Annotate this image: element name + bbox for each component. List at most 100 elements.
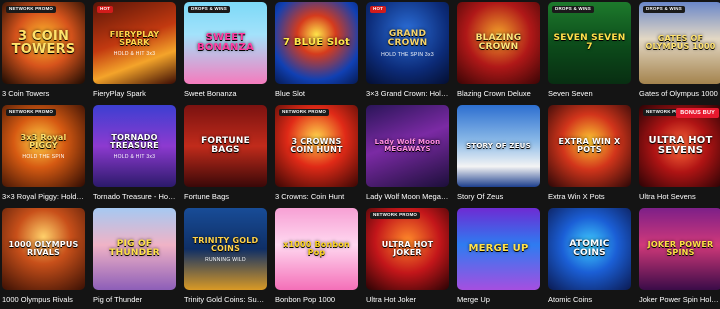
game-title[interactable]: Atomic Coins [548, 295, 631, 304]
game-logo-art: GATES OF OLYMPUS 1000 [645, 34, 716, 51]
game-title[interactable]: Blue Slot [275, 89, 358, 98]
game-card[interactable]: BLAZING CROWN Blazing Crown Deluxe [457, 0, 540, 103]
game-title[interactable]: Joker Power Spin Hold an… [639, 295, 720, 304]
game-thumbnail[interactable]: TRINITY GOLD COINS RUNNING WILD [184, 208, 267, 290]
game-logo-art: MERGE UP [468, 243, 529, 254]
game-thumbnail[interactable]: ATOMIC COINS [548, 208, 631, 290]
game-subtitle-art: HOLD THE SPIN 3x3 [381, 52, 434, 58]
game-title[interactable]: Trinity Gold Coins: Summ… [184, 295, 267, 304]
game-logo-art: PIG OF THUNDER [109, 239, 160, 258]
game-logo-art: TRINITY GOLD COINS [192, 236, 259, 253]
game-title[interactable]: Pig of Thunder [93, 295, 176, 304]
game-thumbnail[interactable]: 3 COIN TOWERS NETWORK PROMO [2, 2, 85, 84]
game-thumbnail[interactable]: x1000 Bonbon Pop [275, 208, 358, 290]
game-card[interactable]: GRAND CROWN HOLD THE SPIN 3x3 HOT 3×3 Grand… [366, 0, 449, 103]
game-card[interactable]: 3 CROWNS COIN HUNT NETWORK PROMO 3 Crowns:… [275, 103, 358, 206]
game-title[interactable]: Ultra Hot Joker [366, 295, 449, 304]
game-card[interactable]: JOKER POWER SPINS Joker Power Spin Hold a… [639, 206, 720, 309]
game-logo-art: STORY OF ZEUS [466, 141, 531, 150]
game-logo-art: TORNADO TREASURE [110, 133, 159, 150]
game-thumbnail[interactable]: STORY OF ZEUS [457, 105, 540, 187]
promo-badge: DROPS & WINS [188, 6, 230, 13]
game-title[interactable]: Extra Win X Pots [548, 192, 631, 201]
game-card[interactable]: ATOMIC COINS Atomic Coins [548, 206, 631, 309]
game-title[interactable]: Merge Up [457, 295, 540, 304]
game-thumbnail[interactable]: 3 CROWNS COIN HUNT NETWORK PROMO [275, 105, 358, 187]
game-card[interactable]: 1000 OLYMPUS RIVALS 1000 Olympus Rivals [2, 206, 85, 309]
game-title[interactable]: Fortune Bags [184, 192, 267, 201]
game-card[interactable]: 3x3 Royal PIGGY HOLD THE SPIN NETWORK PROM… [2, 103, 85, 206]
game-title[interactable]: 3 Coin Towers [2, 89, 85, 98]
game-card[interactable]: EXTRA WIN X POTS Extra Win X Pots [548, 103, 631, 206]
promo-badge: NETWORK PROMO [6, 109, 57, 116]
game-title[interactable]: Lady Wolf Moon Megaways [366, 192, 449, 201]
game-thumbnail[interactable]: 3x3 Royal PIGGY HOLD THE SPIN NETWORK PROM… [2, 105, 85, 187]
game-logo-art: SWEET BONANZA [197, 32, 254, 53]
game-card[interactable]: FORTUNE BAGS Fortune Bags [184, 103, 267, 206]
game-card[interactable]: SWEET BONANZA DROPS & WINS Sweet Bonanza [184, 0, 267, 103]
game-thumbnail[interactable]: FORTUNE BAGS [184, 105, 267, 187]
game-logo-art: GRAND CROWN [387, 29, 428, 48]
game-thumbnail[interactable]: 1000 OLYMPUS RIVALS [2, 208, 85, 290]
game-card[interactable]: TRINITY GOLD COINS RUNNING WILD Trinity Go… [184, 206, 267, 309]
game-subtitle-art: HOLD THE SPIN [22, 154, 65, 160]
promo-badge: DROPS & WINS [643, 6, 685, 13]
game-title[interactable]: 3×3 Grand Crown: Hold t… [366, 89, 449, 98]
game-card[interactable]: x1000 Bonbon Pop Bonbon Pop 1000 [275, 206, 358, 309]
game-card[interactable]: MERGE UP Merge Up [457, 206, 540, 309]
game-title[interactable]: 3×3 Royal Piggy: Hold Th… [2, 192, 85, 201]
game-card[interactable]: TORNADO TREASURE HOLD & HIT 3x3 Tornado Tr… [93, 103, 176, 206]
game-logo-art: 3 CROWNS COIN HUNT [290, 137, 343, 154]
game-logo-art: ATOMIC COINS [569, 239, 610, 258]
game-thumbnail[interactable]: Lady Wolf Moon MEGAWAYS [366, 105, 449, 187]
game-thumbnail[interactable]: FIERYPLAY SPARK HOLD & HIT 3x3 HOT [93, 2, 176, 84]
promo-badge: NETWORK PROMO [370, 212, 421, 219]
game-subtitle-art: RUNNING WILD [205, 257, 246, 263]
game-logo-art: Lady Wolf Moon MEGAWAYS [374, 138, 441, 153]
game-card[interactable]: PIG OF THUNDER Pig of Thunder [93, 206, 176, 309]
game-title[interactable]: 3 Crowns: Coin Hunt [275, 192, 358, 201]
game-logo-art: EXTRA WIN X POTS [558, 137, 621, 154]
game-title[interactable]: Blazing Crown Deluxe [457, 89, 540, 98]
game-card[interactable]: Lady Wolf Moon MEGAWAYS Lady Wolf Moon Me… [366, 103, 449, 206]
game-thumbnail[interactable]: SWEET BONANZA DROPS & WINS [184, 2, 267, 84]
game-title[interactable]: Bonbon Pop 1000 [275, 295, 358, 304]
game-card[interactable]: 7 BLUE Slot Blue Slot [275, 0, 358, 103]
game-card[interactable]: FIERYPLAY SPARK HOLD & HIT 3x3 HOT FieryPla… [93, 0, 176, 103]
game-grid: 3 COIN TOWERS NETWORK PROMO 3 Coin Towers F… [0, 0, 720, 309]
game-thumbnail[interactable]: PIG OF THUNDER [93, 208, 176, 290]
game-card[interactable]: STORY OF ZEUS Story Of Zeus [457, 103, 540, 206]
game-thumbnail[interactable]: JOKER POWER SPINS [639, 208, 720, 290]
game-thumbnail[interactable]: TORNADO TREASURE HOLD & HIT 3x3 [93, 105, 176, 187]
game-card[interactable]: ULTRA HOT JOKER NETWORK PROMO Ultra Hot Jo… [366, 206, 449, 309]
game-thumbnail[interactable]: BLAZING CROWN [457, 2, 540, 84]
game-card[interactable]: SEVEN SEVEN 7 DROPS & WINS Seven Seven [548, 0, 631, 103]
game-thumbnail[interactable]: ULTRA HOT JOKER NETWORK PROMO [366, 208, 449, 290]
game-thumbnail[interactable]: SEVEN SEVEN 7 DROPS & WINS [548, 2, 631, 84]
game-logo-art: JOKER POWER SPINS [647, 240, 714, 257]
game-logo-art: x1000 Bonbon Pop [283, 240, 350, 257]
game-title[interactable]: Gates of Olympus 1000 [639, 89, 720, 98]
bonus-buy-badge: BONUS BUY [676, 108, 719, 119]
game-thumbnail[interactable]: GATES OF OLYMPUS 1000 DROPS & WINS [639, 2, 720, 84]
game-title[interactable]: Tornado Treasure - Hold … [93, 192, 176, 201]
game-title[interactable]: Ultra Hot Sevens [639, 192, 720, 201]
game-thumbnail[interactable]: ULTRA HOT SEVENS NETWORK PROMO BONUS BUY [639, 105, 720, 187]
game-subtitle-art: HOLD & HIT 3x3 [113, 154, 156, 160]
game-title[interactable]: Sweet Bonanza [184, 89, 267, 98]
game-thumbnail[interactable]: EXTRA WIN X POTS [548, 105, 631, 187]
game-logo-art: 7 BLUE Slot [283, 37, 350, 48]
game-title[interactable]: Story Of Zeus [457, 192, 540, 201]
game-thumbnail[interactable]: GRAND CROWN HOLD THE SPIN 3x3 HOT [366, 2, 449, 84]
game-logo-art: 3 COIN TOWERS [11, 29, 76, 57]
game-title[interactable]: 1000 Olympus Rivals [2, 295, 85, 304]
game-logo-art: ULTRA HOT JOKER [381, 240, 434, 257]
game-logo-art: SEVEN SEVEN 7 [553, 33, 626, 52]
game-card[interactable]: GATES OF OLYMPUS 1000 DROPS & WINS Gates o… [639, 0, 720, 103]
game-thumbnail[interactable]: MERGE UP [457, 208, 540, 290]
game-card[interactable]: 3 COIN TOWERS NETWORK PROMO 3 Coin Towers [2, 0, 85, 103]
game-title[interactable]: FieryPlay Spark [93, 89, 176, 98]
game-title[interactable]: Seven Seven [548, 89, 631, 98]
game-card[interactable]: ULTRA HOT SEVENS NETWORK PROMO BONUS BUY Ul… [639, 103, 720, 206]
game-thumbnail[interactable]: 7 BLUE Slot [275, 2, 358, 84]
